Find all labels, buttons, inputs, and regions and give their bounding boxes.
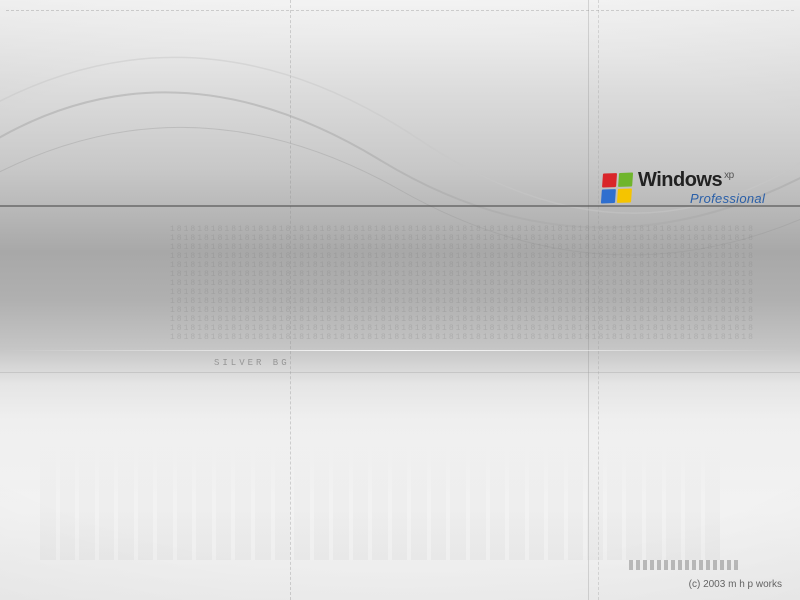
- windows-logo: Windowsxp Professional: [602, 170, 765, 205]
- sine-waves: [0, 0, 800, 260]
- brand-suffix: xp: [724, 170, 734, 181]
- windows-flag-icon: [601, 172, 633, 203]
- brand-edition: Professional: [690, 192, 765, 205]
- theme-label: SILVER BG: [214, 358, 290, 368]
- top-frame-line: [6, 10, 794, 11]
- copyright-text: (c) 2003 m h p works: [689, 579, 782, 590]
- equalizer-bars: [40, 440, 720, 560]
- highlight-line: [0, 350, 800, 351]
- tick-marks: [629, 560, 738, 570]
- binary-texture: 1818181818181818181818181818181818181818…: [170, 225, 770, 340]
- divider-dark: [0, 205, 800, 207]
- divider-thin: [0, 372, 800, 373]
- brand-name: Windowsxp: [638, 170, 765, 190]
